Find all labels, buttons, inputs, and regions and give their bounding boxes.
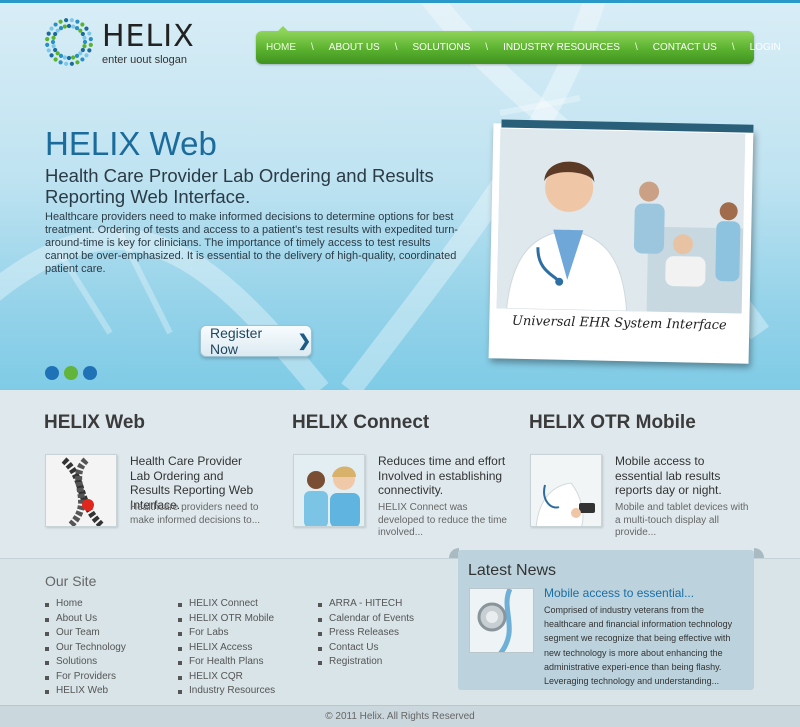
feature-lead: Mobile access to essential lab results r…	[615, 454, 722, 498]
features-section: HELIX Web Health Care Provider Lab Order…	[0, 390, 800, 558]
feature-lead: Reduces time and effort Involved in esta…	[378, 454, 506, 498]
nav-home[interactable]: HOME	[266, 42, 296, 53]
news-excerpt: Comprised of industry veterans from the …	[544, 605, 733, 687]
copyright-bar: © 2011 Helix. All Rights Reserved	[0, 705, 800, 727]
footer-link[interactable]: Solutions	[45, 655, 126, 670]
footer-link[interactable]: ARRA - HITECH	[318, 597, 414, 612]
nav-separator: \	[634, 42, 638, 53]
feature-desc: HELIX Connect was developed to reduce th…	[378, 502, 507, 538]
feature-helix-otr-mobile: HELIX OTR Mobile Mobile access to essent…	[529, 412, 748, 538]
feature-desc: Mobile and tablet devices with a multi-t…	[615, 502, 749, 538]
hero-subtitle: Health Care Provider Lab Ordering and Re…	[45, 165, 434, 207]
mobile-doctor-thumbnail[interactable]	[530, 454, 602, 527]
footer-link[interactable]: Home	[45, 597, 126, 612]
slider-dot-1[interactable]	[45, 366, 59, 380]
hero-photo-frame: Universal EHR System Interface	[488, 119, 754, 364]
footer-link[interactable]: HELIX Web	[45, 684, 126, 699]
slider-pagination	[45, 366, 102, 380]
footer-link[interactable]: About Us	[45, 612, 126, 627]
dna-thumbnail[interactable]	[45, 454, 117, 527]
doctor-illustration	[496, 128, 746, 314]
nav-about-us[interactable]: ABOUT US	[329, 42, 380, 53]
logo[interactable]: HELIX enter uout slogan	[44, 17, 204, 73]
slider-dot-3[interactable]	[83, 366, 97, 380]
footer-links-col-2: HELIX Connect HELIX OTR Mobile For Labs …	[178, 597, 275, 699]
helix-logo-icon	[45, 18, 93, 66]
brand-name: HELIX	[102, 19, 195, 54]
latest-news-heading: Latest News	[468, 562, 557, 579]
news-thumbnail[interactable]	[469, 588, 534, 653]
footer-link[interactable]: Our Team	[45, 626, 126, 641]
nav-solutions[interactable]: SOLUTIONS	[413, 42, 471, 53]
feature-helix-web: HELIX Web Health Care Provider Lab Order…	[44, 412, 260, 527]
feature-helix-connect: HELIX Connect Reduces time and effort In…	[292, 412, 507, 538]
feature-title[interactable]: HELIX Connect	[292, 412, 429, 434]
news-title-link[interactable]: Mobile access to essential...	[544, 586, 694, 600]
nurses-thumbnail[interactable]	[293, 454, 365, 527]
footer-link[interactable]: For Labs	[178, 626, 275, 641]
footer-link[interactable]: HELIX OTR Mobile	[178, 612, 275, 627]
footer-link[interactable]: Industry Resources	[178, 684, 275, 699]
hero-section: HELIX enter uout slogan HOME \ ABOUT US …	[0, 3, 800, 390]
feature-title[interactable]: HELIX Web	[44, 412, 145, 434]
footer-link[interactable]: For Health Plans	[178, 655, 275, 670]
footer-link[interactable]: HELIX Connect	[178, 597, 275, 612]
dna-strand-icon	[46, 455, 116, 526]
our-site-heading: Our Site	[45, 573, 97, 589]
main-nav: HOME \ ABOUT US \ SOLUTIONS \ INDUSTRY R…	[256, 26, 781, 64]
feature-desc: Healthcare providers need to make inform…	[130, 502, 261, 526]
copyright-text: © 2011 Helix. All Rights Reserved	[325, 711, 475, 722]
nav-separator: \	[731, 42, 735, 53]
footer-link[interactable]: Press Releases	[318, 626, 414, 641]
footer-link[interactable]: Contact Us	[318, 641, 414, 656]
photo-caption: Universal EHR System Interface	[511, 313, 727, 334]
nav-separator: \	[311, 42, 314, 53]
register-now-button[interactable]: Register Now ❯	[200, 325, 312, 357]
slider-dot-2[interactable]	[64, 366, 78, 380]
hero-title: HELIX Web	[45, 125, 217, 162]
feature-title[interactable]: HELIX OTR Mobile	[529, 412, 696, 434]
footer-link[interactable]: Registration	[318, 655, 414, 670]
nav-separator: \	[394, 42, 398, 53]
register-now-label: Register Now	[210, 325, 263, 357]
mobile-doctor-photo	[531, 455, 601, 526]
nav-separator: \	[485, 42, 489, 53]
footer-links-col-3: ARRA - HITECH Calendar of Events Press R…	[318, 597, 414, 670]
chevron-right-icon: ❯	[297, 333, 311, 350]
hero-description: Healthcare providers need to make inform…	[45, 211, 458, 275]
footer-link[interactable]: For Providers	[45, 670, 126, 685]
footer-link[interactable]: Our Technology	[45, 641, 126, 656]
brand-slogan: enter uout slogan	[102, 54, 188, 66]
footer-link[interactable]: Calendar of Events	[318, 612, 414, 627]
nav-login[interactable]: LOGIN	[750, 42, 781, 53]
stethoscope-photo	[470, 589, 533, 652]
nav-active-indicator	[278, 26, 288, 31]
nav-contact-us[interactable]: CONTACT US	[653, 42, 717, 53]
latest-news-panel: Latest News Mobile access to essential..…	[458, 550, 754, 690]
footer-links-col-1: Home About Us Our Team Our Technology So…	[45, 597, 126, 699]
nurses-photo	[294, 455, 364, 526]
footer-link[interactable]: HELIX CQR	[178, 670, 275, 685]
footer-link[interactable]: HELIX Access	[178, 641, 275, 656]
hero-photo-doctors	[496, 128, 746, 314]
nav-industry-resources[interactable]: INDUSTRY RESOURCES	[503, 42, 620, 53]
